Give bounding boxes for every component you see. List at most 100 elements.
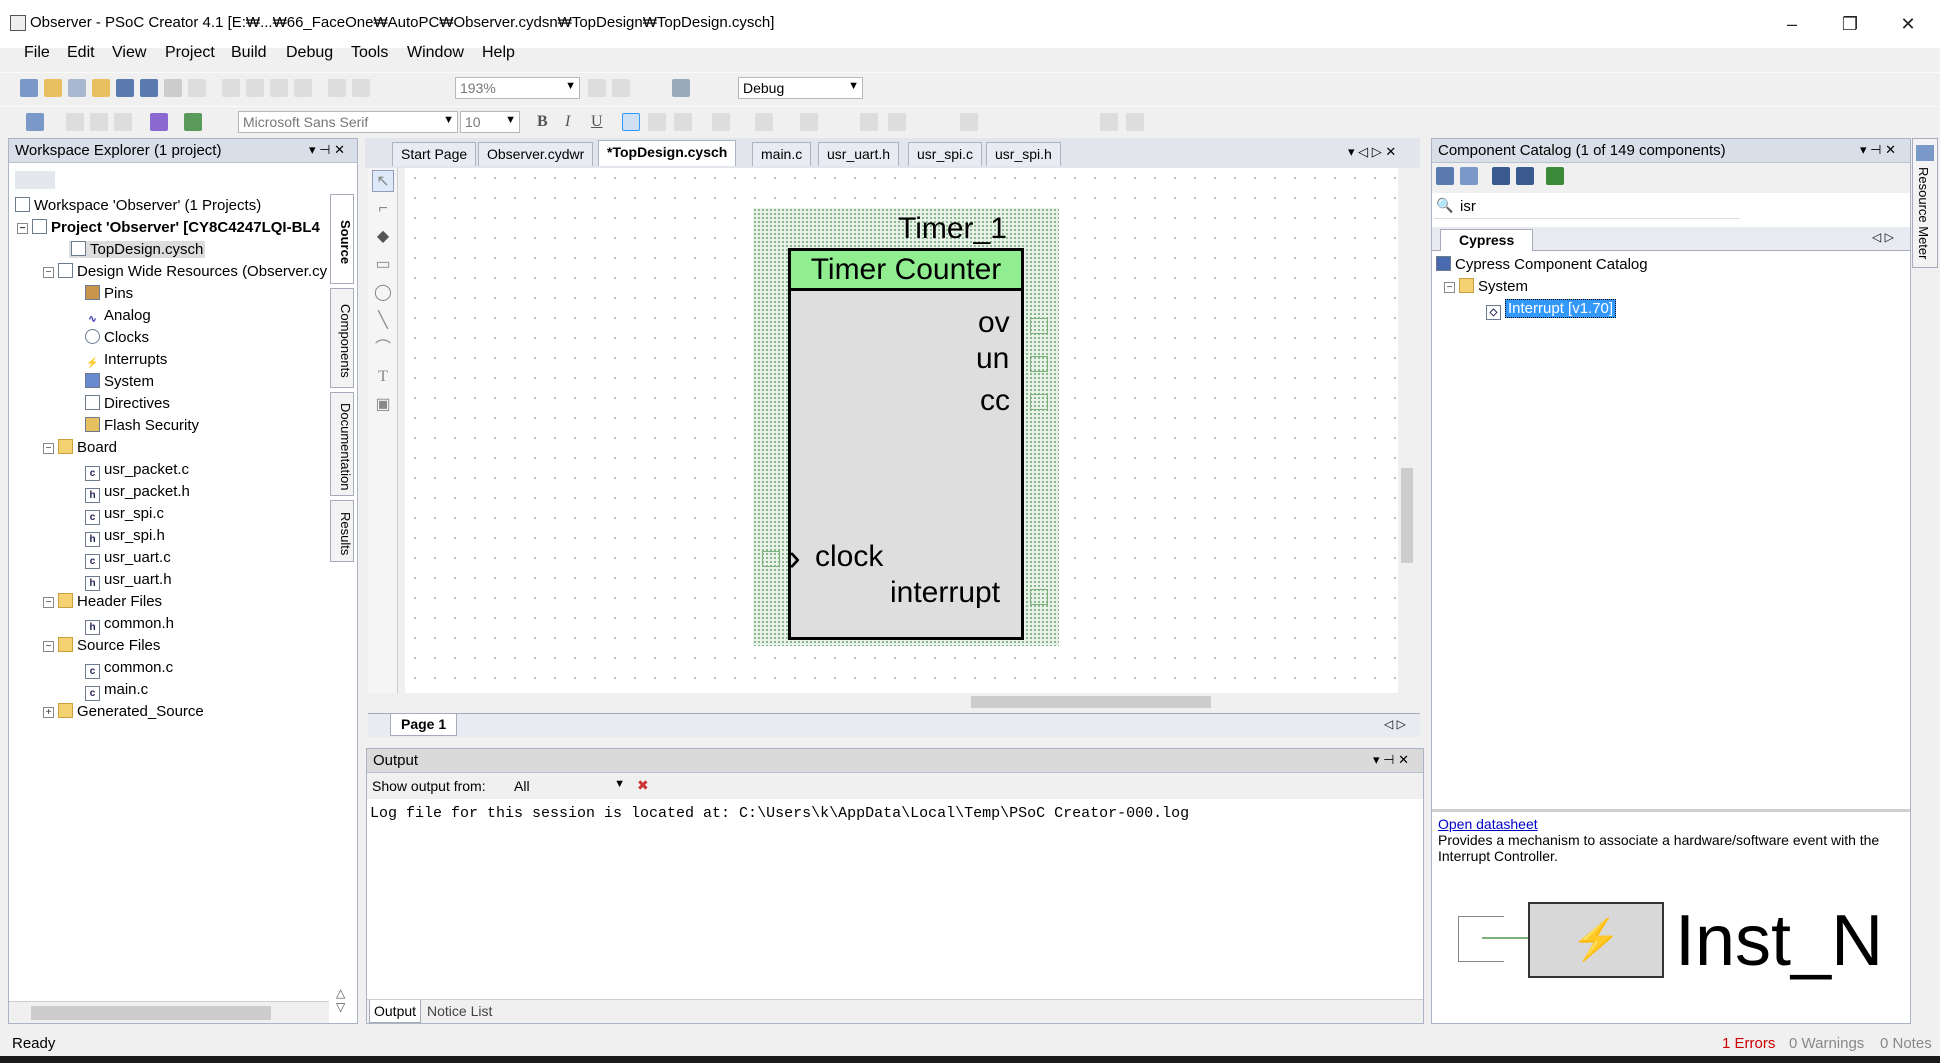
canvas-vertical-scrollbar[interactable] — [1398, 168, 1416, 693]
show-output-select[interactable]: All ▼ — [509, 775, 629, 797]
find-icon[interactable] — [672, 79, 690, 97]
canvas-horizontal-scrollbar[interactable] — [405, 693, 1398, 711]
pin-un-terminal[interactable] — [1030, 356, 1048, 372]
menu-file[interactable]: File — [24, 44, 50, 62]
ungroup-icon[interactable] — [1126, 113, 1144, 131]
italic-button[interactable]: I — [565, 113, 570, 131]
clean-icon[interactable] — [90, 113, 108, 131]
resource-meter-tab[interactable]: Resource Meter — [1912, 138, 1938, 268]
close-button[interactable]: ✕ — [1893, 10, 1923, 38]
pin-clock-terminal[interactable] — [762, 551, 780, 567]
font-size-combo[interactable]: 10 ▼ — [460, 111, 520, 133]
flip-icon[interactable] — [860, 113, 878, 131]
pin-icon[interactable]: ▾ ⊣ ✕ — [1373, 752, 1409, 768]
tree-project[interactable]: − Project 'Observer' [CY8C4247LQI-BL4 — [17, 219, 320, 236]
tree-file[interactable]: c usr_spi.c — [85, 505, 164, 525]
error-count[interactable]: 1 Errors — [1722, 1035, 1775, 1052]
bold-button[interactable]: B — [537, 113, 548, 131]
tree-header-folder[interactable]: − Header Files — [43, 593, 162, 610]
expand-icon[interactable]: + — [43, 707, 54, 718]
save-all-icon[interactable] — [140, 79, 158, 97]
save-icon[interactable] — [116, 79, 134, 97]
open-icon[interactable] — [92, 79, 110, 97]
tab-nav-icons[interactable]: ▾ ◁ ▷ ✕ — [1348, 144, 1396, 160]
tab-usr-spi-c[interactable]: usr_spi.c — [908, 142, 983, 166]
tree-system[interactable]: System — [85, 373, 154, 390]
wire-tool-icon[interactable]: ⌐ — [372, 198, 394, 220]
tab-output[interactable]: Output — [369, 1000, 422, 1023]
collapse-icon[interactable]: − — [43, 267, 54, 278]
new-project-icon[interactable] — [20, 79, 38, 97]
tab-notice-list[interactable]: Notice List — [423, 1000, 496, 1022]
scrollbar-thumb[interactable] — [971, 696, 1211, 708]
align-left-icon[interactable] — [622, 113, 640, 131]
undo-icon[interactable] — [328, 79, 346, 97]
arc-tool-icon[interactable]: ⌒ — [372, 338, 394, 360]
tab-cypress[interactable]: Cypress — [1440, 229, 1534, 251]
debug-icon[interactable] — [150, 113, 168, 131]
collapse-icon[interactable]: − — [43, 443, 54, 454]
menu-window[interactable]: Window — [407, 44, 464, 62]
collapse-icon[interactable]: − — [17, 223, 28, 234]
catalog-tab-nav-icons[interactable]: ◁ ▷ — [1872, 230, 1894, 244]
debug-run-icon[interactable] — [184, 113, 202, 131]
warning-count[interactable]: 0 Warnings — [1789, 1035, 1864, 1052]
tree-generated-folder[interactable]: + Generated_Source — [43, 703, 204, 720]
pin-cc-terminal[interactable] — [1030, 394, 1048, 410]
new-file-icon[interactable] — [44, 79, 62, 97]
underline-button[interactable]: U — [591, 113, 603, 131]
tab-usr-spi-h[interactable]: usr_spi.h — [986, 142, 1061, 166]
catalog-root[interactable]: Cypress Component Catalog — [1436, 256, 1648, 273]
menu-help[interactable]: Help — [482, 44, 515, 62]
tree-file[interactable]: h usr_uart.h — [85, 571, 172, 591]
horizontal-scrollbar[interactable] — [9, 1001, 329, 1023]
catalog-search-box[interactable]: 🔍 isr — [1434, 195, 1740, 219]
scrollbar-thumb[interactable] — [31, 1006, 271, 1020]
ellipse-tool-icon[interactable]: ◯ — [372, 282, 394, 304]
catalog-favorites-icon[interactable] — [1460, 167, 1478, 185]
tree-analog[interactable]: ∿ Analog — [85, 307, 151, 328]
catalog-system-folder[interactable]: − System — [1444, 278, 1528, 295]
copy-icon[interactable] — [246, 79, 264, 97]
fill-color-icon[interactable] — [800, 113, 818, 131]
tab-documentation[interactable]: Documentation — [330, 392, 354, 496]
delete-icon[interactable] — [294, 79, 312, 97]
catalog-view-icon[interactable] — [1436, 167, 1454, 185]
tab-observer-cydwr[interactable]: Observer.cydwr — [478, 142, 594, 166]
menu-debug[interactable]: Debug — [286, 44, 333, 62]
pin-icon[interactable]: ▾ ⊣ ✕ — [1860, 142, 1896, 158]
page-nav-icons[interactable]: ◁ ▷ — [1384, 717, 1406, 731]
tree-dwr[interactable]: − Design Wide Resources (Observer.cy — [43, 263, 327, 280]
catalog-interrupt-item[interactable]: ◇ Interrupt [v1.70] — [1486, 299, 1617, 320]
tab-main-c[interactable]: main.c — [752, 142, 812, 166]
tree-workspace[interactable]: Workspace 'Observer' (1 Projects) — [15, 197, 261, 214]
maximize-button[interactable]: ❐ — [1835, 10, 1865, 38]
redo-icon[interactable] — [352, 79, 370, 97]
tab-usr-uart-h[interactable]: usr_uart.h — [818, 142, 900, 166]
tree-topdesign[interactable]: TopDesign.cysch — [69, 241, 206, 258]
component-icon[interactable] — [26, 113, 44, 131]
clear-output-icon[interactable]: ✖ — [637, 777, 649, 794]
pin-interrupt-terminal[interactable] — [1030, 589, 1048, 605]
line-tool-icon[interactable]: ╲ — [372, 310, 394, 332]
build-config-combo[interactable]: Debug ▼ — [738, 77, 863, 99]
tree-file[interactable]: h common.h — [85, 615, 174, 635]
add-item-icon[interactable] — [68, 79, 86, 97]
menu-view[interactable]: View — [112, 44, 146, 62]
zoom-combo[interactable]: 193% ▼ — [455, 77, 580, 99]
pin-icon[interactable]: ▾ ⊣ ✕ — [309, 142, 345, 158]
menu-build[interactable]: Build — [231, 44, 267, 62]
collapse-icon[interactable]: − — [43, 597, 54, 608]
tree-file[interactable]: c usr_uart.c — [85, 549, 171, 569]
menu-edit[interactable]: Edit — [67, 44, 95, 62]
tab-start-page[interactable]: Start Page — [392, 142, 477, 166]
menu-project[interactable]: Project — [165, 44, 215, 62]
tree-pins[interactable]: Pins — [85, 285, 133, 302]
tree-interrupts[interactable]: ⚡ Interrupts — [85, 351, 167, 372]
image-tool-icon[interactable]: ▣ — [372, 394, 394, 416]
print-icon[interactable] — [164, 79, 182, 97]
catalog-add-icon[interactable] — [1492, 167, 1510, 185]
scrollbar-thumb[interactable] — [1401, 468, 1413, 563]
tree-file[interactable]: c usr_packet.c — [85, 461, 189, 481]
print-preview-icon[interactable] — [188, 79, 206, 97]
